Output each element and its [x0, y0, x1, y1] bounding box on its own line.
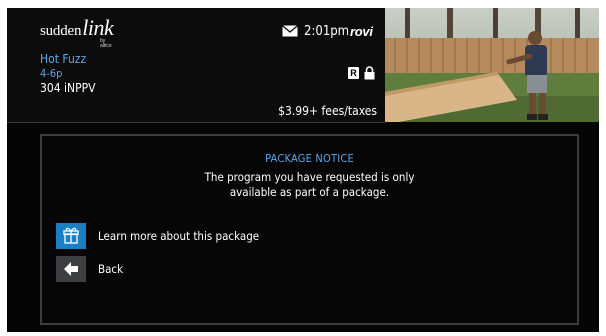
program-channel: 304 iNPPV	[40, 81, 96, 95]
dialog-message-line-1: The program you have requested is only	[204, 170, 415, 184]
program-fees: $3.99+ fees/taxes	[278, 104, 377, 118]
envelope-icon	[282, 25, 298, 37]
dialog-message: The program you have requested is only a…	[42, 170, 577, 200]
arrow-left-icon	[56, 256, 86, 282]
preview-image	[385, 8, 599, 122]
back-label: Back	[98, 262, 124, 276]
package-notice-dialog: PACKAGE NOTICE The program you have requ…	[40, 134, 579, 325]
program-time: 4-6p	[40, 67, 63, 80]
gift-icon	[56, 223, 86, 249]
rating-badge: R	[348, 67, 359, 79]
clock: 2:01pm	[304, 24, 350, 39]
suddenlink-logo: suddenlink by altice	[40, 15, 114, 49]
dialog-message-line-2: available as part of a package.	[229, 185, 390, 199]
dialog-title: PACKAGE NOTICE	[265, 152, 354, 165]
rovi-logo: rovi	[350, 24, 373, 39]
live-preview-video	[385, 8, 599, 122]
header-divider	[7, 122, 385, 123]
learn-more-option[interactable]: Learn more about this package	[56, 223, 316, 249]
tv-screen: suddenlink by altice 2:01pm rovi Hot Fuz…	[7, 8, 599, 332]
lock-icon	[364, 66, 375, 80]
learn-more-label: Learn more about this package	[98, 229, 260, 243]
program-title: Hot Fuzz	[40, 52, 87, 66]
program-header: suddenlink by altice 2:01pm rovi Hot Fuz…	[7, 8, 599, 122]
back-option[interactable]: Back	[56, 256, 206, 282]
